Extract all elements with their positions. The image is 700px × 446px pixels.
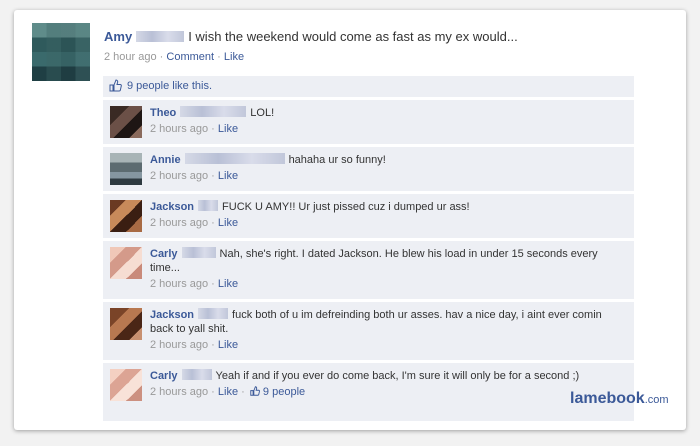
comment-like-link[interactable]: Like (218, 123, 238, 135)
comment-likes-count[interactable]: 9 people (263, 386, 305, 398)
comment-like-link[interactable]: Like (218, 339, 238, 351)
blurred-surname (136, 31, 185, 42)
comment-item: Annie hahaha ur so funny! 2 hours ago · L… (103, 147, 634, 191)
author-avatar[interactable] (32, 23, 90, 81)
commenter-avatar[interactable] (110, 106, 142, 138)
thumbs-up-icon (250, 386, 260, 396)
comment-text: Yeah if and if you ever do come back, I'… (215, 370, 580, 382)
like-link[interactable]: Like (224, 51, 244, 63)
comment-timestamp[interactable]: 2 hours ago (150, 170, 208, 182)
comment-item: Carly Yeah if and if you ever do come bac… (103, 363, 634, 421)
meta-separator: · (217, 51, 221, 63)
comment-like-link[interactable]: Like (218, 386, 238, 398)
comment-text: Nah, she's right. I dated Jackson. He bl… (150, 248, 598, 274)
comment-item: Jackson FUCK U AMY!! Ur just pissed cuz i… (103, 194, 634, 238)
commenter-avatar[interactable] (110, 308, 142, 340)
blurred-surname (181, 247, 216, 258)
meta-separator: · (159, 51, 164, 63)
thumbs-up-icon (109, 79, 122, 92)
commenter-name[interactable]: Annie (150, 154, 181, 166)
comment-text: FUCK U AMY!! Ur just pissed cuz i dumped… (222, 201, 470, 213)
commenter-avatar[interactable] (110, 200, 142, 232)
commenter-avatar[interactable] (110, 247, 142, 279)
commenter-name[interactable]: Carly (150, 370, 178, 382)
commenter-name[interactable]: Carly (150, 248, 178, 260)
story-card: Amy I wish the weekend would come as fast… (14, 10, 686, 430)
comment-timestamp[interactable]: 2 hours ago (150, 278, 208, 290)
commenter-avatar[interactable] (110, 153, 142, 185)
likes-count-link[interactable]: 9 people like this. (127, 80, 212, 92)
blurred-surname (181, 369, 212, 380)
lamebook-watermark: lamebook.com (570, 390, 669, 408)
comment-like-link[interactable]: Like (218, 278, 238, 290)
author-name[interactable]: Amy (104, 29, 132, 44)
post-timestamp[interactable]: 2 hour ago (104, 51, 157, 63)
blurred-surname (184, 153, 285, 164)
comment-item: Jackson fuck both of u im defreinding bot… (103, 302, 634, 360)
comment-timestamp[interactable]: 2 hours ago (150, 123, 208, 135)
post-meta: 2 hour ago · Comment · Like (104, 51, 664, 63)
commenter-name[interactable]: Jackson (150, 309, 194, 321)
watermark-brand: lamebook (570, 390, 645, 407)
blurred-surname (198, 308, 229, 319)
watermark-tld: .com (644, 394, 669, 406)
comment-timestamp[interactable]: 2 hours ago (150, 386, 208, 398)
status-post: Amy I wish the weekend would come as fast… (104, 29, 664, 63)
comment-text: hahaha ur so funny! (288, 154, 386, 166)
commenter-name[interactable]: Theo (150, 107, 176, 119)
comment-like-link[interactable]: Like (218, 170, 238, 182)
comment-timestamp[interactable]: 2 hours ago (150, 339, 208, 351)
commenter-avatar[interactable] (110, 369, 142, 401)
comment-like-link[interactable]: Like (218, 217, 238, 229)
commenter-name[interactable]: Jackson (150, 201, 194, 213)
status-text: I wish the weekend would come as fast as… (188, 29, 518, 44)
comment-item: Carly Nah, she's right. I dated Jackson. … (103, 241, 634, 299)
comment-link[interactable]: Comment (166, 51, 214, 63)
comment-timestamp[interactable]: 2 hours ago (150, 217, 208, 229)
likes-summary: 9 people like this. (103, 76, 634, 97)
blurred-surname (198, 200, 219, 211)
comment-item: Theo LOL! 2 hours ago · Like (103, 100, 634, 144)
comment-text: LOL! (250, 107, 275, 119)
blurred-surname (180, 106, 247, 117)
